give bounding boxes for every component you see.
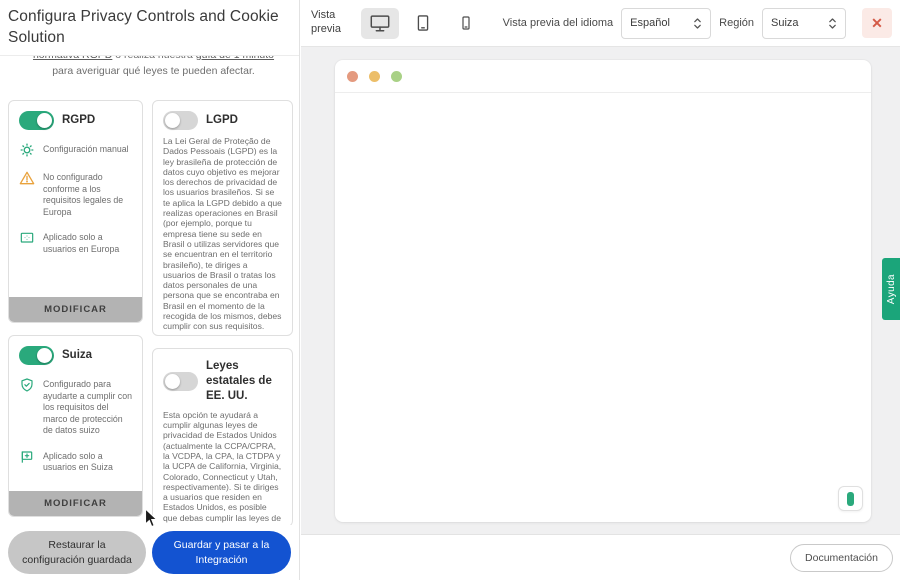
browser-dot-green	[391, 70, 402, 82]
settings-scroll-area[interactable]: normativa RGPD o realiza nuestra guía de…	[0, 56, 299, 525]
rgpd-item-manual: Configuración manual	[43, 144, 129, 154]
browser-mockup	[335, 60, 871, 522]
rgpd-modify-button[interactable]: MODIFICAR	[9, 297, 142, 322]
gear-icon	[19, 142, 35, 158]
flag-eu-icon	[19, 230, 35, 246]
region-select[interactable]: Suiza	[762, 7, 846, 39]
device-desktop-button[interactable]	[361, 7, 399, 39]
rgpd-toggle[interactable]	[19, 111, 54, 130]
restore-settings-button[interactable]: Restaurar la configuración guardada	[8, 531, 146, 574]
suiza-item-configured: Configurado para ayudarte a cumplir con …	[43, 379, 132, 435]
suiza-modify-button[interactable]: MODIFICAR	[9, 491, 142, 516]
mobile-icon	[457, 14, 475, 32]
preview-footer: Documentación	[301, 534, 900, 580]
browser-dot-yellow	[369, 70, 380, 82]
card-suiza: Suiza Configurado para ayudarte a cumpli	[8, 335, 143, 517]
region-select-value: Suiza	[771, 17, 799, 29]
privacy-widget-icon	[847, 491, 854, 506]
desktop-icon	[369, 12, 391, 34]
lgpd-card-title: LGPD	[206, 114, 238, 127]
close-preview-button[interactable]: ✕	[862, 8, 892, 38]
language-label: Vista previa del idioma	[502, 17, 614, 29]
warning-icon	[19, 170, 35, 186]
device-tablet-button[interactable]	[404, 8, 442, 39]
language-select-value: Español	[630, 17, 670, 29]
us-laws-description: Esta opción te ayudará a cumplir algunas…	[163, 409, 282, 525]
suiza-item-scope: Aplicado solo a usuarios en Suiza	[43, 450, 113, 473]
intro-mid-text: o realiza nuestra	[112, 56, 195, 61]
help-tab-label: Ayuda	[885, 273, 897, 305]
lgpd-description: La Lei Geral de Proteção de Dados Pessoa…	[163, 136, 282, 332]
page-title: Configura Privacy Controls and Cookie So…	[8, 8, 279, 46]
shield-check-icon	[19, 377, 35, 393]
card-rgpd: RGPD Configuración manual No configurado…	[8, 100, 143, 323]
privacy-widget-button[interactable]	[838, 486, 863, 511]
settings-panel: normativa RGPD o realiza nuestra guía de…	[0, 0, 300, 580]
region-label: Región	[719, 17, 754, 29]
privacy-controls-app: normativa RGPD o realiza nuestra guía de…	[0, 0, 900, 580]
chevron-updown-icon	[693, 17, 702, 30]
lgpd-toggle[interactable]	[163, 111, 198, 130]
chevron-updown-icon	[828, 17, 837, 30]
intro-text-block: normativa RGPD o realiza nuestra guía de…	[22, 56, 285, 88]
preview-toolbar: Vista previa Vista previa del idioma Esp…	[301, 0, 900, 47]
rgpd-link[interactable]: normativa RGPD	[33, 56, 112, 61]
documentation-button[interactable]: Documentación	[790, 543, 893, 572]
rgpd-item-scope: Aplicado solo a usuarios en Europa	[43, 232, 120, 254]
card-us-state-laws: Leyes estatales de EE. UU. Esta opción t…	[152, 348, 293, 525]
preview-canvas: Ayuda	[301, 47, 900, 534]
help-tab[interactable]: Ayuda	[882, 258, 900, 320]
suiza-toggle[interactable]	[19, 346, 54, 365]
close-icon: ✕	[871, 14, 883, 31]
device-mobile-button[interactable]	[447, 8, 485, 39]
rgpd-card-title: RGPD	[62, 114, 96, 127]
card-lgpd: LGPD La Lei Geral de Proteção de Dados P…	[152, 100, 293, 336]
settings-footer: Restaurar la configuración guardada Guar…	[0, 525, 299, 580]
preview-label: Vista previa	[311, 9, 341, 35]
preview-panel: Vista previa Vista previa del idioma Esp…	[301, 0, 900, 580]
save-continue-button[interactable]: Guardar y pasar a la Integración	[152, 531, 291, 574]
guide-link[interactable]: guía de 1 minuto	[196, 56, 274, 61]
language-select[interactable]: Español	[621, 7, 712, 39]
intro-line2: para averiguar qué leyes te pueden afect…	[52, 65, 255, 77]
us-laws-card-title: Leyes estatales de EE. UU.	[206, 360, 272, 402]
browser-titlebar	[335, 60, 871, 93]
us-laws-toggle[interactable]	[163, 371, 198, 391]
flag-plus-icon	[19, 449, 35, 465]
suiza-card-title: Suiza	[62, 349, 93, 362]
settings-header: Configura Privacy Controls and Cookie So…	[0, 0, 299, 56]
rgpd-item-warning: No configurado conforme a los requisitos…	[43, 172, 124, 217]
tablet-icon	[413, 13, 433, 33]
browser-dot-red	[347, 70, 358, 82]
